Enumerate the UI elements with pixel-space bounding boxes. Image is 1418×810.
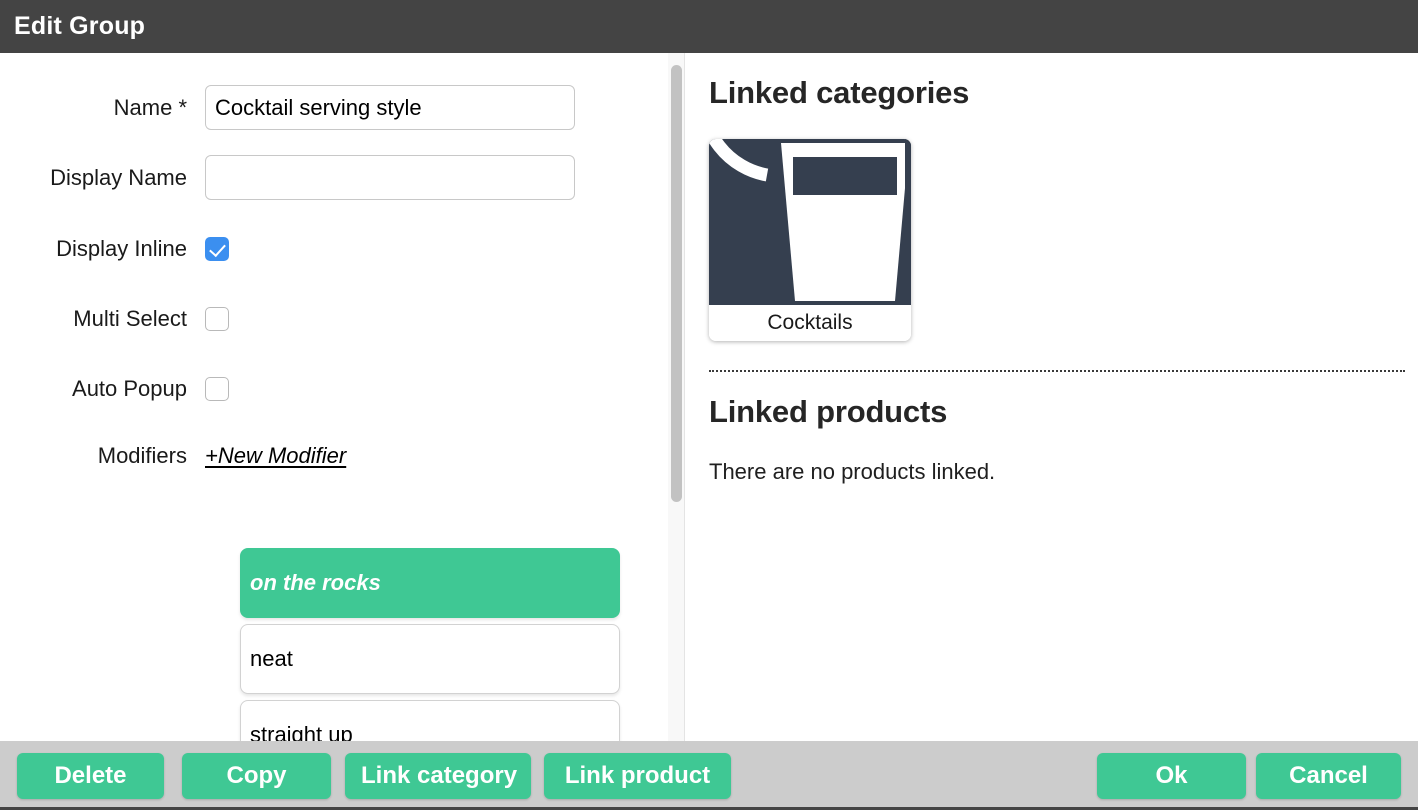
modifiers-label: Modifiers [97,443,187,468]
auto-popup-label: Auto Popup [72,376,187,401]
modifier-item-label: on the rocks [250,570,381,595]
form-panel: Name * Display Name Display Inline Multi… [0,53,660,741]
linked-products-title: Linked products [709,394,948,429]
form-scrollbar-track[interactable] [668,53,685,741]
field-row-display-inline: Display Inline [0,236,229,262]
dialog-footer: Delete Copy Link category Link product O… [0,741,1418,810]
new-modifier-link[interactable]: +New Modifier [205,443,346,469]
linked-category-tile[interactable]: Cocktails [709,139,911,341]
edit-group-dialog: Edit Group Name * Display Name Display I… [0,0,1418,810]
linked-categories-title: Linked categories [709,75,970,110]
field-row-name: Name * [0,85,575,130]
name-label: Name * [113,94,187,120]
field-row-modifiers: Modifiers +New Modifier [0,443,346,469]
multi-select-checkbox[interactable] [205,307,229,331]
cocktail-glass-icon [709,139,911,305]
display-inline-checkbox[interactable] [205,237,229,261]
modifier-item-label: neat [250,646,293,671]
modifier-item[interactable]: straight up [240,700,620,741]
copy-button[interactable]: Copy [182,753,331,799]
modifier-list: on the rocks neat straight up [240,548,620,741]
auto-popup-checkbox[interactable] [205,377,229,401]
link-category-button[interactable]: Link category [345,753,531,799]
field-row-multi-select: Multi Select [0,306,229,332]
linked-products-empty-message: There are no products linked. [709,459,996,484]
name-input[interactable] [205,85,575,130]
modifier-item[interactable]: neat [240,624,620,694]
display-name-label: Display Name [50,164,187,190]
delete-button[interactable]: Delete [17,753,164,799]
cancel-button[interactable]: Cancel [1256,753,1401,799]
modifier-item[interactable]: on the rocks [240,548,620,618]
ok-button[interactable]: Ok [1097,753,1246,799]
dialog-body: Name * Display Name Display Inline Multi… [0,53,1418,741]
dialog-titlebar: Edit Group [0,0,1418,53]
form-scrollbar-thumb[interactable] [671,65,682,502]
field-row-auto-popup: Auto Popup [0,376,229,402]
display-name-input[interactable] [205,155,575,200]
display-inline-label: Display Inline [56,236,187,261]
multi-select-label: Multi Select [73,306,187,331]
field-row-display-name: Display Name [0,155,575,200]
link-product-button[interactable]: Link product [544,753,731,799]
section-divider [709,370,1405,372]
dialog-title: Edit Group [14,12,146,40]
linked-category-label: Cocktails [709,305,911,341]
linked-items-panel: Linked categories Cocktails Linked produ… [686,53,1418,741]
modifier-item-label: straight up [250,722,353,741]
